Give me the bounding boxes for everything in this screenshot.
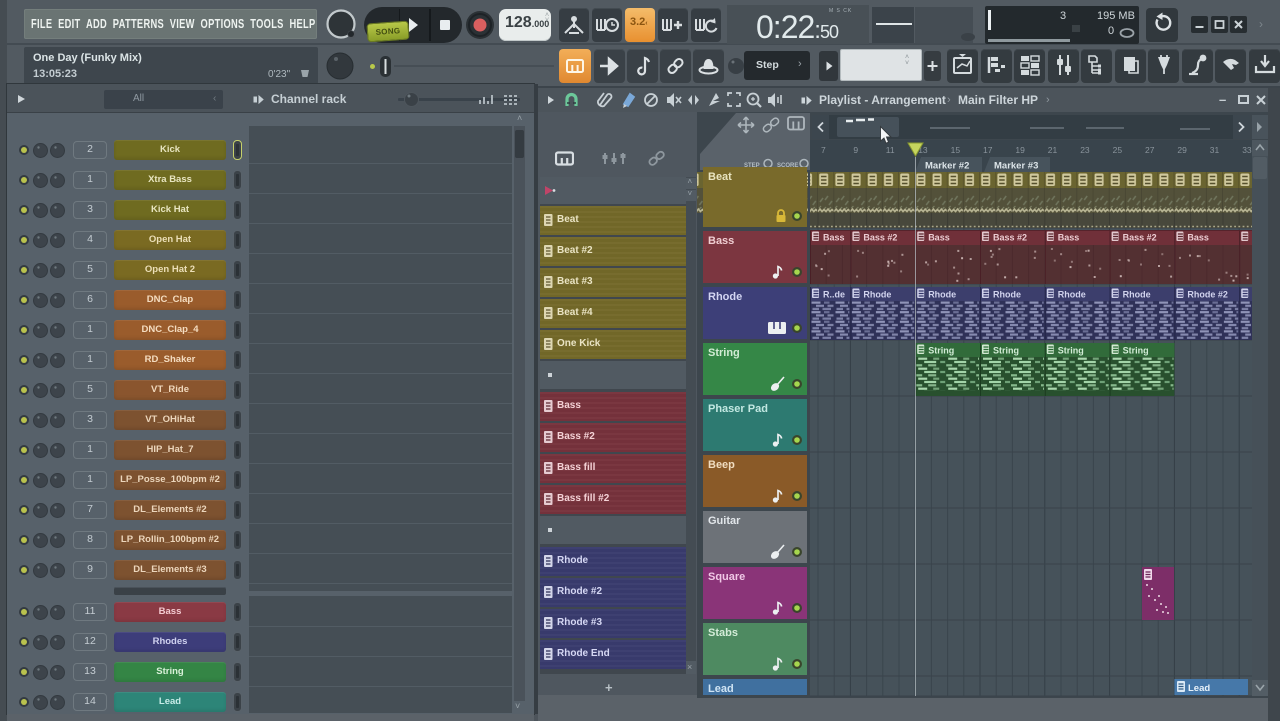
svg-text:19: 19 [1015,145,1025,155]
svg-text:R..de: R..de [823,290,845,300]
svg-text:Bass #2: Bass #2 [1123,233,1157,243]
svg-text:String: String [1123,346,1149,356]
svg-text:Rhode: Rhode [928,290,956,300]
svg-text:Marker #3: Marker #3 [994,161,1038,172]
svg-text:Phaser Pad: Phaser Pad [708,403,768,415]
svg-text:Stabs: Stabs [708,627,738,639]
svg-text:Lead: Lead [708,683,734,695]
svg-text:String: String [993,346,1019,356]
svg-text:Guitar: Guitar [708,515,741,527]
svg-text:31: 31 [1210,145,1220,155]
svg-text:21: 21 [1048,145,1058,155]
svg-text:Square: Square [708,571,745,583]
svg-text:Beat: Beat [708,171,732,183]
svg-text:Rhode #2: Rhode #2 [1187,290,1228,300]
svg-text:Bass: Bass [1187,233,1209,243]
svg-text:11: 11 [886,145,895,155]
svg-text:29: 29 [1177,145,1187,155]
svg-text:7: 7 [821,145,826,155]
svg-text:Bass: Bass [823,233,845,243]
svg-text:Beep: Beep [708,459,735,471]
svg-text:15: 15 [951,145,961,155]
svg-text:23: 23 [1080,145,1090,155]
svg-text:Rhode: Rhode [863,290,891,300]
svg-text:Bass #2: Bass #2 [863,233,897,243]
svg-text:Rhode: Rhode [1058,290,1086,300]
svg-text:Bass: Bass [1058,233,1080,243]
svg-text:9: 9 [853,145,858,155]
svg-text:Rhode: Rhode [1123,290,1151,300]
svg-text:Lead: Lead [1188,683,1210,694]
svg-text:25: 25 [1113,145,1123,155]
svg-text:17: 17 [983,145,993,155]
svg-text:Rhode: Rhode [708,291,742,303]
svg-text:33: 33 [1242,145,1252,155]
svg-text:String: String [1058,346,1084,356]
svg-text:Bass #2: Bass #2 [993,233,1027,243]
svg-text:Bass: Bass [928,233,950,243]
svg-text:27: 27 [1145,145,1155,155]
svg-text:String: String [928,346,954,356]
svg-text:Bass: Bass [708,235,734,247]
svg-text:Marker #2: Marker #2 [925,161,969,172]
svg-text:String: String [708,347,740,359]
svg-text:Rhode: Rhode [993,290,1021,300]
